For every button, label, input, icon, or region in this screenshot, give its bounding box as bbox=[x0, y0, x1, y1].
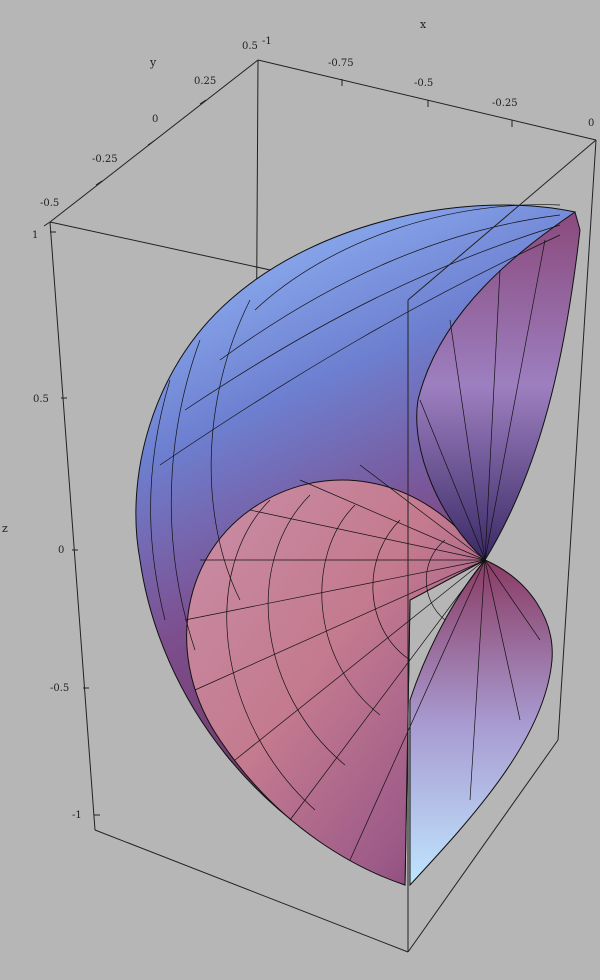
surface-plot-3d: x y z -1 -0.75 -0.5 -0.25 0 -0.5 -0.25 0… bbox=[2, 18, 597, 953]
x-tick-label: -0.25 bbox=[492, 98, 518, 109]
z-tick-label: 0 bbox=[58, 545, 64, 556]
z-tick-label: 1 bbox=[32, 230, 38, 241]
x-axis-label: x bbox=[420, 18, 427, 31]
y-tick-label: 0.5 bbox=[242, 41, 258, 52]
plot-canvas: x y z -1 -0.75 -0.5 -0.25 0 -0.5 -0.25 0… bbox=[0, 0, 600, 975]
y-axis-label: y bbox=[149, 56, 157, 69]
z-tick-label: -0.5 bbox=[50, 683, 69, 694]
y-tick-label: 0.25 bbox=[194, 76, 216, 87]
x-tick-label: -0.5 bbox=[414, 78, 433, 89]
y-tick-label: -0.5 bbox=[40, 198, 59, 209]
z-tick-label: 0.5 bbox=[33, 394, 49, 405]
z-tick-label: -1 bbox=[72, 810, 82, 821]
x-tick-label: 0 bbox=[588, 118, 594, 129]
y-tick-label: 0 bbox=[152, 114, 158, 125]
outer-shell bbox=[135, 204, 581, 887]
x-tick-label: -0.75 bbox=[328, 58, 354, 69]
x-tick-label: -1 bbox=[262, 36, 272, 47]
y-tick-label: -0.25 bbox=[92, 154, 118, 165]
z-axis-label: z bbox=[2, 522, 8, 535]
